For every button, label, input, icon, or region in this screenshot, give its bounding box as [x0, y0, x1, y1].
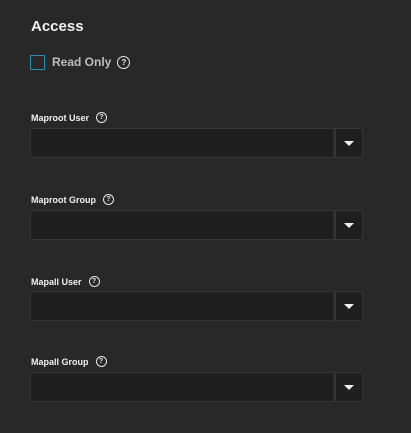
maproot-group-select[interactable] [30, 210, 363, 240]
help-icon[interactable]: ? [88, 276, 100, 287]
access-section-title: Access [31, 18, 84, 35]
caret-down-icon [344, 303, 354, 309]
mapall-user-label-text: Mapall User [31, 276, 82, 287]
mapall-group-label-text: Mapall Group [31, 356, 89, 367]
read-only-label[interactable]: Read Only [52, 55, 111, 69]
mapall-user-label: Mapall User ? [31, 276, 100, 287]
mapall-user-select[interactable] [30, 291, 363, 321]
caret-down-icon [344, 384, 354, 390]
mapall-group-select[interactable] [30, 372, 363, 402]
mapall-user-input[interactable] [30, 291, 334, 321]
read-only-row: Read Only ? [30, 54, 131, 70]
maproot-group-input[interactable] [30, 210, 334, 240]
mapall-group-label: Mapall Group ? [31, 356, 107, 367]
help-icon[interactable]: ? [117, 55, 131, 69]
maproot-group-dropdown-button[interactable] [335, 210, 363, 240]
mapall-group-input[interactable] [30, 372, 334, 402]
mapall-group-dropdown-button[interactable] [335, 372, 363, 402]
caret-down-icon [344, 140, 354, 146]
help-icon[interactable]: ? [96, 112, 108, 123]
mapall-user-dropdown-button[interactable] [335, 291, 363, 321]
maproot-group-label-text: Maproot Group [31, 194, 96, 205]
caret-down-icon [344, 222, 354, 228]
maproot-user-input[interactable] [30, 128, 334, 158]
maproot-user-label-text: Maproot User [31, 112, 90, 123]
maproot-user-select[interactable] [30, 128, 363, 158]
read-only-checkbox[interactable] [30, 54, 45, 70]
maproot-group-label: Maproot Group ? [31, 194, 114, 205]
help-icon[interactable]: ? [95, 356, 107, 367]
maproot-user-dropdown-button[interactable] [335, 128, 363, 158]
help-icon[interactable]: ? [103, 194, 114, 205]
maproot-user-label: Maproot User ? [31, 112, 108, 123]
